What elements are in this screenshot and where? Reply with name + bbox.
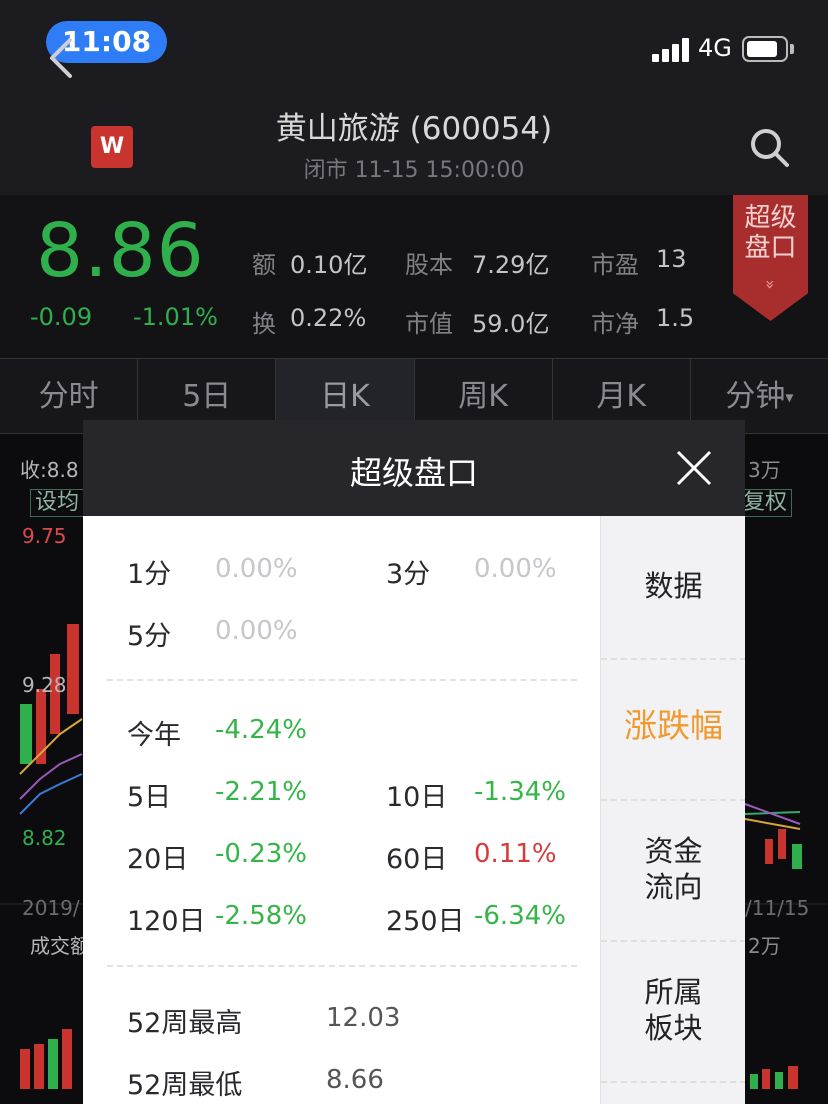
period-value: -6.34%	[474, 901, 566, 931]
fq-button[interactable]: 复权	[738, 489, 793, 517]
period-label: 今年	[127, 720, 181, 751]
modal-header: 超级盘口	[83, 420, 745, 516]
volume-label: 成交额	[30, 934, 90, 958]
stat-label: 额	[252, 251, 276, 279]
volume-right: 2万	[748, 934, 781, 958]
network-type: 4G	[698, 34, 732, 62]
status-bar: 11:08 4G	[0, 0, 828, 90]
close-icon[interactable]	[674, 448, 714, 488]
cellular-signal-icon	[652, 38, 690, 62]
period-value: -0.23%	[215, 839, 307, 869]
stat-value: 59.0亿	[472, 310, 550, 338]
period-value: -2.21%	[215, 777, 307, 807]
date-left: 2019/	[22, 896, 80, 920]
modal-content: 1分 0.00% 3分 0.00% 5分 0.00% 今年 -4.24% 5日 …	[83, 516, 600, 1104]
week52-high-value: 12.03	[326, 1003, 401, 1033]
week52-low-value: 8.66	[326, 1065, 384, 1095]
divider	[601, 1081, 745, 1083]
stat-label: 市净	[591, 310, 639, 338]
chevron-down-icon: »	[761, 279, 780, 290]
menu-fund-line1: 资金	[644, 834, 703, 868]
min-value: 0.00%	[474, 554, 557, 584]
min-label: 5分	[127, 621, 172, 652]
search-icon[interactable]	[748, 126, 790, 168]
divider	[601, 940, 745, 942]
min-value: 0.00%	[215, 554, 298, 584]
date-right: /11/15	[745, 896, 810, 920]
price-change-pct: -1.01%	[133, 303, 218, 331]
stat-value: 7.29亿	[472, 251, 550, 279]
stat-value: 1.5	[656, 304, 695, 332]
menu-fund-line2: 流向	[644, 870, 703, 904]
y-high-label: 9.75	[22, 524, 67, 548]
menu-sector-line2: 板块	[644, 1011, 703, 1045]
volume-top-right: 3万	[748, 458, 781, 482]
period-value: -2.58%	[215, 901, 307, 931]
market-status: 闭市 11-15 15:00:00	[303, 158, 525, 183]
ma-settings-button[interactable]: 设均	[30, 489, 85, 517]
page-title: 黄山旅游 (600054)	[275, 111, 553, 147]
period-label: 60日	[386, 844, 448, 875]
modal-side-menu: 数据 涨跌幅 资金 流向 所属 板块	[600, 516, 745, 1104]
week52-low-label: 52周最低	[127, 1070, 243, 1101]
week52-high-label: 52周最高	[127, 1008, 243, 1039]
min-label: 3分	[386, 559, 431, 590]
stat-value: 13	[656, 245, 687, 273]
divider	[601, 658, 745, 660]
divider	[107, 965, 577, 967]
modal-title: 超级盘口	[349, 454, 478, 492]
period-label: 250日	[386, 906, 465, 937]
period-label: 5日	[127, 782, 172, 813]
period-label: 10日	[386, 782, 448, 813]
period-value: -1.34%	[474, 777, 566, 807]
stat-label: 市值	[405, 310, 453, 338]
back-chevron-icon[interactable]	[44, 36, 76, 80]
close-label: 收:8.8	[20, 458, 79, 482]
dropdown-arrow-icon: ▾	[785, 387, 794, 407]
super-tag-line1: 超级	[744, 203, 797, 233]
stat-value: 0.10亿	[290, 251, 368, 279]
divider	[601, 799, 745, 801]
y-low-label: 8.82	[22, 826, 67, 850]
tab-minute-label: 分钟	[725, 379, 786, 414]
period-value: -4.24%	[215, 715, 307, 745]
menu-item-change[interactable]: 涨跌幅	[601, 708, 745, 744]
stat-label: 换	[252, 310, 276, 338]
menu-sector-line1: 所属	[644, 975, 703, 1009]
battery-tip	[790, 44, 794, 54]
y-mid-label: 9.28	[22, 673, 67, 697]
stat-label: 股本	[405, 251, 453, 279]
period-label: 120日	[127, 906, 206, 937]
super-panel-modal: 超级盘口 1分 0.00% 3分 0.00% 5分 0.00% 今年 -4.24…	[83, 420, 745, 1104]
menu-item-data[interactable]: 数据	[601, 568, 745, 604]
battery-icon	[742, 36, 788, 62]
stat-value: 0.22%	[290, 304, 367, 332]
period-value: 0.11%	[474, 839, 557, 869]
min-label: 1分	[127, 559, 172, 590]
period-label: 20日	[127, 844, 189, 875]
last-price: 8.86	[36, 208, 205, 294]
price-change: -0.09	[30, 303, 93, 331]
menu-item-sector[interactable]: 所属 板块	[601, 974, 745, 1046]
menu-item-fund-flow[interactable]: 资金 流向	[601, 833, 745, 905]
stat-label: 市盈	[591, 251, 639, 279]
divider	[107, 679, 577, 681]
min-value: 0.00%	[215, 616, 298, 646]
